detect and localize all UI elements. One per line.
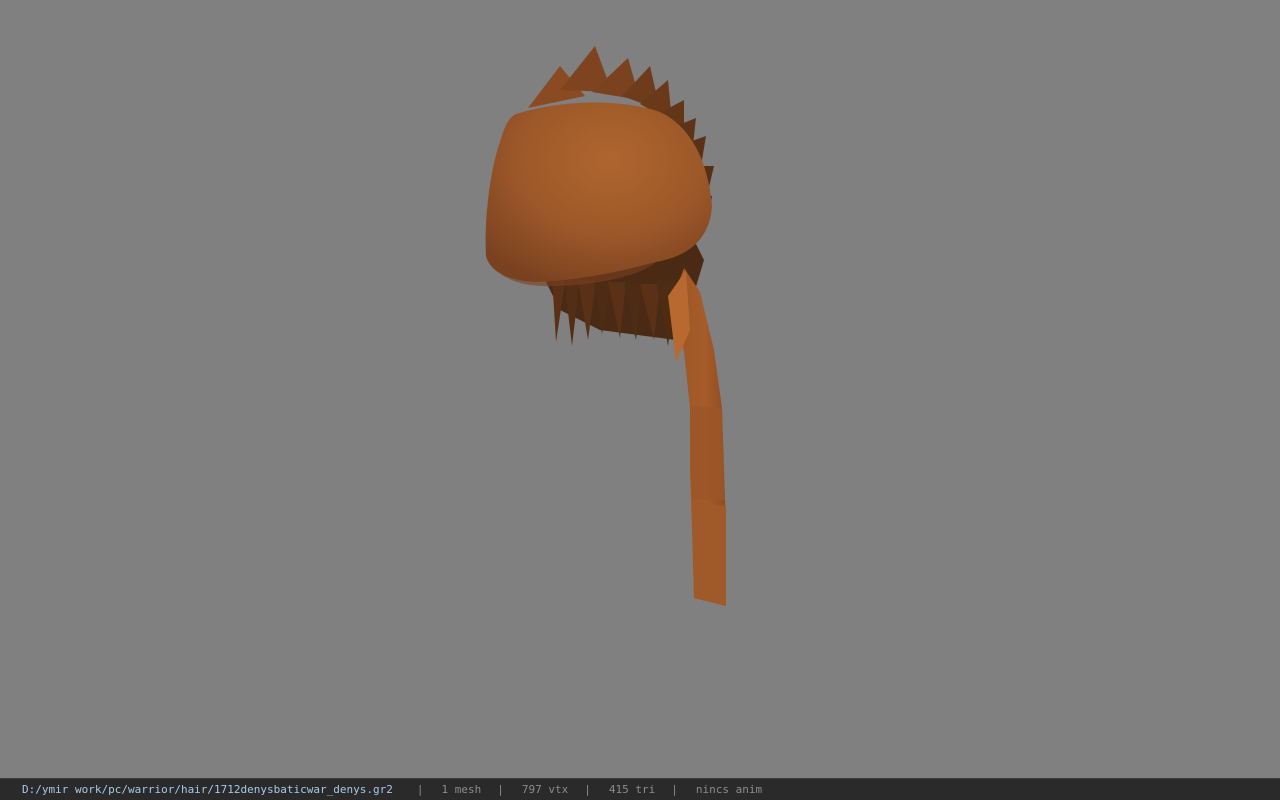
status-separator: | [416, 783, 424, 796]
status-separator: | [584, 783, 591, 796]
hair-ponytail-tip [692, 500, 726, 606]
model-render [485, 46, 726, 606]
hair-cap [485, 102, 712, 282]
status-bar: D:/ymir work/pc/warrior/hair/1712denysba… [0, 778, 1280, 800]
file-path: D:/ymir work/pc/warrior/hair/1712denysba… [22, 783, 393, 796]
triangle-count: 415 tri [608, 783, 656, 796]
mesh-count: 1 mesh [441, 783, 482, 796]
status-separator: | [671, 783, 678, 796]
status-separator: | [497, 783, 504, 796]
anim-status: nincs anim [695, 783, 763, 796]
vertex-count: 797 vtx [521, 783, 569, 796]
hair-ponytail-shade [690, 406, 724, 500]
3d-viewport[interactable] [0, 0, 1280, 778]
